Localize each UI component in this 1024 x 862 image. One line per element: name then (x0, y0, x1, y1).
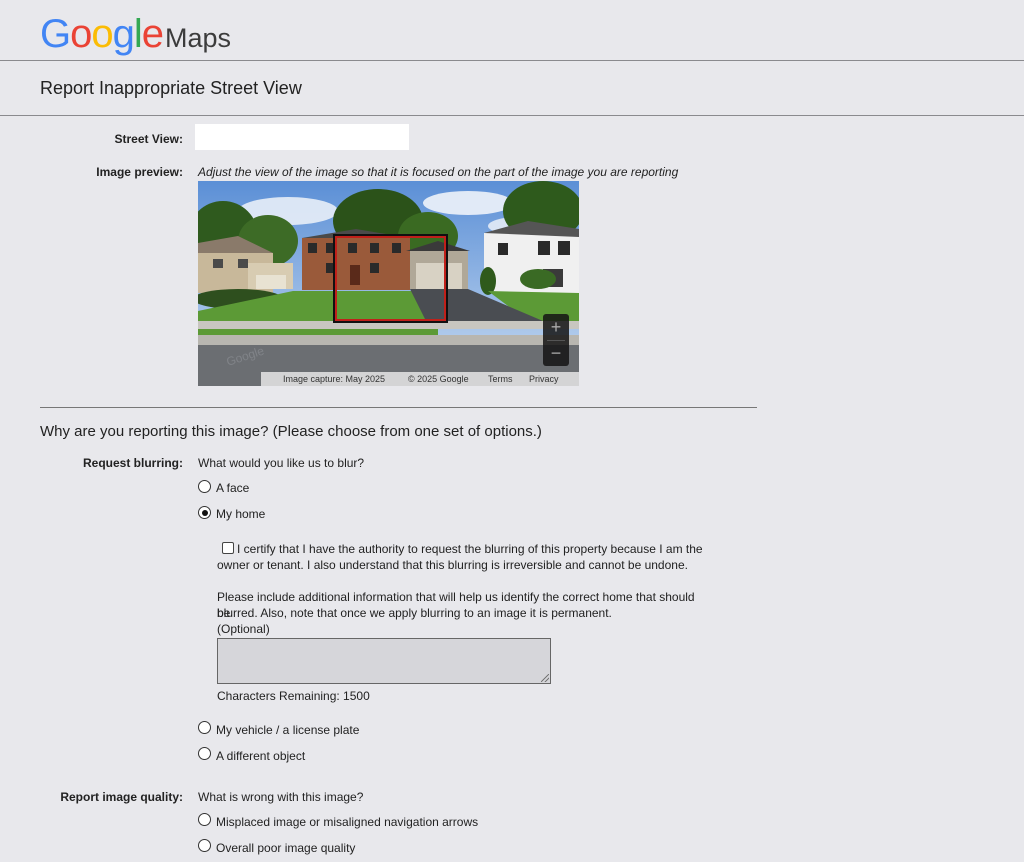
street-view-preview[interactable]: Google + − Image capture: May 2025 © 202… (198, 181, 579, 386)
street-view-label: Street View: (114, 132, 183, 146)
section-divider (40, 407, 757, 408)
option-label-poor-quality[interactable]: Overall poor image quality (216, 841, 355, 855)
characters-remaining: Characters Remaining: 1500 (217, 689, 370, 703)
google-wordmark: Google (40, 12, 164, 57)
report-image-quality-label: Report image quality: (60, 790, 183, 804)
zoom-out-button[interactable]: − (543, 341, 569, 365)
image-preview-label: Image preview: (96, 165, 183, 179)
option-label-my-home[interactable]: My home (216, 507, 265, 521)
logo-letter: G (40, 12, 71, 56)
street-view-image: Google (198, 181, 579, 386)
report-question: Why are you reporting this image? (Pleas… (40, 423, 542, 440)
image-preview-hint: Adjust the view of the image so that it … (198, 165, 679, 179)
page-title: Report Inappropriate Street View (40, 78, 302, 98)
optional-label: (Optional) (217, 622, 270, 636)
radio-misplaced-image[interactable] (198, 813, 211, 826)
logo-letter: g (112, 12, 135, 56)
attribution-bar: Image capture: May 2025 © 2025 Google Te… (261, 372, 579, 386)
maps-wordmark: Maps (165, 23, 232, 53)
certify-text-line-2: owner or tenant. I also understand that … (217, 558, 688, 572)
logo-letter: o (70, 12, 92, 56)
certify-checkbox[interactable] (222, 542, 234, 554)
info-text-line-2: blurred. Also, note that once we apply b… (217, 606, 612, 620)
option-label-a-face[interactable]: A face (216, 481, 249, 495)
logo-letter: l (133, 12, 143, 56)
radio-my-home[interactable] (198, 506, 211, 519)
additional-info-textarea[interactable] (217, 638, 551, 684)
radio-my-vehicle[interactable] (198, 721, 211, 734)
certify-text-line-1: I certify that I have the authority to r… (237, 542, 703, 556)
logo-letter: e (141, 12, 164, 56)
blur-prompt: What would you like us to blur? (198, 456, 365, 470)
radio-a-face[interactable] (198, 480, 211, 493)
image-capture-date: Image capture: May 2025 (283, 374, 386, 384)
google-maps-logo[interactable]: Google Maps (40, 12, 231, 56)
request-blurring-label: Request blurring: (82, 456, 183, 470)
title-bar: Report Inappropriate Street View (0, 61, 1024, 116)
option-label-different-object[interactable]: A different object (216, 749, 305, 763)
app-header: Google Maps (0, 0, 1024, 61)
radio-different-object[interactable] (198, 747, 211, 760)
logo-letter: o (91, 12, 113, 56)
copyright-text: © 2025 Google (408, 374, 469, 384)
zoom-control: + − (543, 314, 569, 366)
option-label-misplaced-image[interactable]: Misplaced image or misaligned navigation… (216, 815, 478, 829)
option-label-my-vehicle[interactable]: My vehicle / a license plate (216, 723, 359, 737)
radio-poor-quality[interactable] (198, 839, 211, 852)
terms-link[interactable]: Terms (488, 372, 513, 386)
resize-grip-icon[interactable] (541, 674, 549, 682)
zoom-in-button[interactable]: + (543, 315, 569, 339)
privacy-link[interactable]: Privacy (529, 372, 559, 386)
street-view-input[interactable] (195, 124, 409, 150)
quality-prompt: What is wrong with this image? (198, 790, 364, 804)
